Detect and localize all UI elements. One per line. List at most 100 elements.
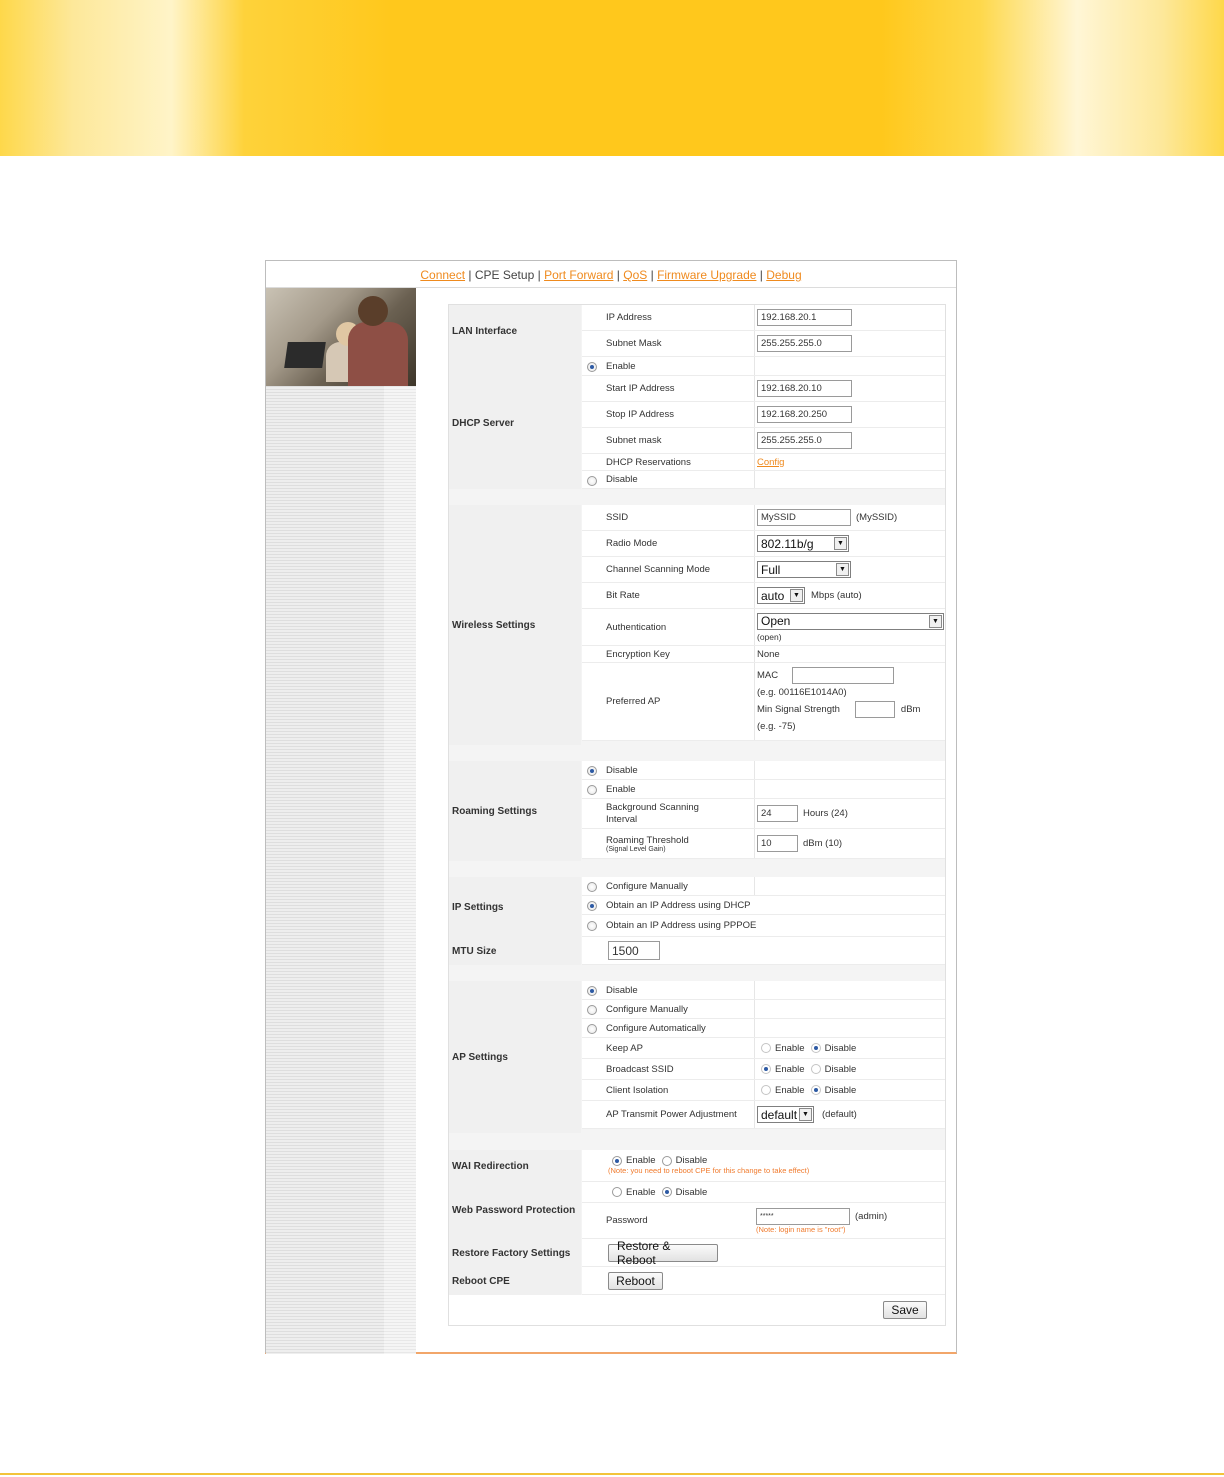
reboot-cpe-label: Reboot CPE xyxy=(449,1267,581,1295)
footer-rule xyxy=(0,1473,1224,1475)
ap-disable-radio[interactable] xyxy=(587,986,597,996)
ip-dhcp-radio[interactable] xyxy=(587,901,597,911)
chevron-down-icon: ▼ xyxy=(834,537,847,550)
radio-mode-select[interactable]: 802.11b/g ▼ xyxy=(757,535,849,552)
sidebar xyxy=(266,386,416,1354)
chevron-down-icon: ▼ xyxy=(790,589,803,602)
dhcp-disable-row: Disable xyxy=(582,471,945,489)
settings-form: LAN Interface IP Address 192.168.20.1 Su… xyxy=(448,304,946,1326)
router-config-panel: Connect | CPE Setup | Port Forward | QoS… xyxy=(265,260,957,1354)
keep-ap-disable-radio[interactable] xyxy=(810,1043,821,1053)
isolation-disable-radio[interactable] xyxy=(810,1085,821,1095)
nav-firmware-upgrade[interactable]: Firmware Upgrade xyxy=(657,268,756,282)
start-ip-row: Start IP Address 192.168.20.10 xyxy=(582,376,945,402)
wai-redirection-label: WAI Redirection xyxy=(449,1150,581,1182)
ip-manual-row: Configure Manually xyxy=(582,877,945,896)
preferred-ap-row: Preferred AP MAC (e.g. 00116E1014A0) Min… xyxy=(582,663,945,741)
people-with-laptop-photo xyxy=(266,288,416,386)
bit-rate-select[interactable]: auto ▼ xyxy=(757,587,805,604)
ap-settings-label: AP Settings xyxy=(449,981,581,1133)
min-signal-input[interactable] xyxy=(854,701,895,718)
save-row: Save xyxy=(449,1295,945,1325)
lan-interface-label: LAN Interface xyxy=(449,305,581,357)
broadcast-enable-radio[interactable] xyxy=(761,1064,771,1074)
chevron-down-icon: ▼ xyxy=(799,1108,812,1121)
broadcast-ssid-row: Broadcast SSID Enable Disable xyxy=(582,1059,945,1080)
ap-power-row: AP Transmit Power Adjustment default ▼ (d… xyxy=(582,1101,945,1129)
wai-enable-radio[interactable] xyxy=(612,1155,622,1166)
mtu-size-label: MTU Size xyxy=(449,937,581,965)
dhcp-subnet-row: Subnet mask 255.255.255.0 xyxy=(582,428,945,454)
ip-pppoe-row: Obtain an IP Address using PPPOE xyxy=(582,915,945,937)
authentication-select[interactable]: Open ▼ xyxy=(757,612,944,630)
roaming-disable-radio[interactable] xyxy=(587,766,597,776)
roaming-disable-row: Disable xyxy=(582,761,945,780)
chevron-down-icon: ▼ xyxy=(929,614,942,628)
mac-input[interactable] xyxy=(792,667,895,684)
mtu-input[interactable]: 1500 xyxy=(608,941,660,960)
dhcp-enable-row: Enable xyxy=(582,357,945,376)
isolation-enable-radio[interactable] xyxy=(761,1085,771,1095)
start-ip-input[interactable]: 192.168.20.10 xyxy=(757,380,852,397)
roaming-threshold-row: Roaming Threshold (Signal Level Gain) 10… xyxy=(582,829,945,859)
ap-disable-row: Disable xyxy=(582,981,945,1000)
ip-manual-radio[interactable] xyxy=(587,882,597,892)
ap-power-select[interactable]: default ▼ xyxy=(757,1106,814,1123)
nav-connect[interactable]: Connect xyxy=(420,268,465,282)
dhcp-reservations-row: DHCP Reservations Config xyxy=(582,454,945,471)
ap-manual-radio[interactable] xyxy=(587,1005,597,1015)
stop-ip-input[interactable]: 192.168.20.250 xyxy=(757,406,852,423)
webpw-toggle-row: Enable Disable xyxy=(582,1182,945,1203)
ssid-input[interactable]: MySSID xyxy=(757,509,851,526)
dhcp-config-link[interactable]: Config xyxy=(757,457,784,468)
reboot-button[interactable]: Reboot xyxy=(608,1271,663,1290)
restore-factory-label: Restore Factory Settings xyxy=(449,1239,581,1267)
channel-scanning-select[interactable]: Full ▼ xyxy=(757,561,851,578)
save-button[interactable]: Save xyxy=(883,1301,927,1319)
password-row: Password ***** (admin) (Note: login name… xyxy=(582,1203,945,1239)
subnet-mask-input[interactable]: 255.255.255.0 xyxy=(757,335,852,352)
ip-pppoe-radio[interactable] xyxy=(587,921,597,931)
ap-auto-radio[interactable] xyxy=(587,1024,597,1034)
header-banner xyxy=(0,0,1224,156)
authentication-row: Authentication Open ▼ (open) xyxy=(582,609,945,646)
nav-cpe-setup: CPE Setup xyxy=(474,268,535,282)
dhcp-server-label: DHCP Server xyxy=(449,357,581,489)
roaming-enable-row: Enable xyxy=(582,780,945,799)
ssid-row: SSID MySSID (MySSID) xyxy=(582,505,945,531)
password-input[interactable]: ***** xyxy=(756,1207,850,1225)
roaming-threshold-input[interactable]: 10 xyxy=(757,835,798,852)
reboot-row: Reboot xyxy=(582,1267,945,1295)
restore-row: Restore & Reboot xyxy=(582,1239,945,1267)
ip-address-input[interactable]: 192.168.20.1 xyxy=(757,309,852,326)
bit-rate-row: Bit Rate auto ▼ Mbps (auto) xyxy=(582,583,945,609)
nav-qos[interactable]: QoS xyxy=(623,268,647,282)
subnet-mask-row: Subnet Mask 255.255.255.0 xyxy=(582,331,945,357)
background-scanning-input[interactable]: 24 xyxy=(757,805,798,822)
webpw-disable-radio[interactable] xyxy=(661,1187,672,1197)
webpw-enable-radio[interactable] xyxy=(612,1187,622,1197)
roaming-settings-label: Roaming Settings xyxy=(449,761,581,861)
broadcast-disable-radio[interactable] xyxy=(810,1064,821,1074)
ap-manual-row: Configure Manually xyxy=(582,1000,945,1019)
ip-address-row: IP Address 192.168.20.1 xyxy=(582,305,945,331)
nav-port-forward[interactable]: Port Forward xyxy=(544,268,613,282)
dhcp-subnet-input[interactable]: 255.255.255.0 xyxy=(757,432,852,449)
keep-ap-row: Keep AP Enable Disable xyxy=(582,1038,945,1059)
wireless-settings-label: Wireless Settings xyxy=(449,505,581,745)
mtu-row: 1500 xyxy=(582,937,945,965)
chevron-down-icon: ▼ xyxy=(836,563,849,576)
keep-ap-enable-radio[interactable] xyxy=(761,1043,771,1053)
nav-debug[interactable]: Debug xyxy=(766,268,801,282)
encryption-key-row: Encryption Key None xyxy=(582,646,945,663)
restore-reboot-button[interactable]: Restore & Reboot xyxy=(608,1239,718,1267)
radio-mode-row: Radio Mode 802.11b/g ▼ xyxy=(582,531,945,557)
dhcp-disable-radio[interactable] xyxy=(587,476,597,486)
roaming-enable-radio[interactable] xyxy=(587,785,597,795)
ap-auto-row: Configure Automatically xyxy=(582,1019,945,1038)
channel-scanning-row: Channel Scanning Mode Full ▼ xyxy=(582,557,945,583)
wai-disable-radio[interactable] xyxy=(661,1155,672,1166)
dhcp-enable-radio[interactable] xyxy=(587,362,597,372)
wai-row: Enable Disable (Note: you need to reboot… xyxy=(582,1150,945,1182)
ip-settings-label: IP Settings xyxy=(449,877,581,937)
